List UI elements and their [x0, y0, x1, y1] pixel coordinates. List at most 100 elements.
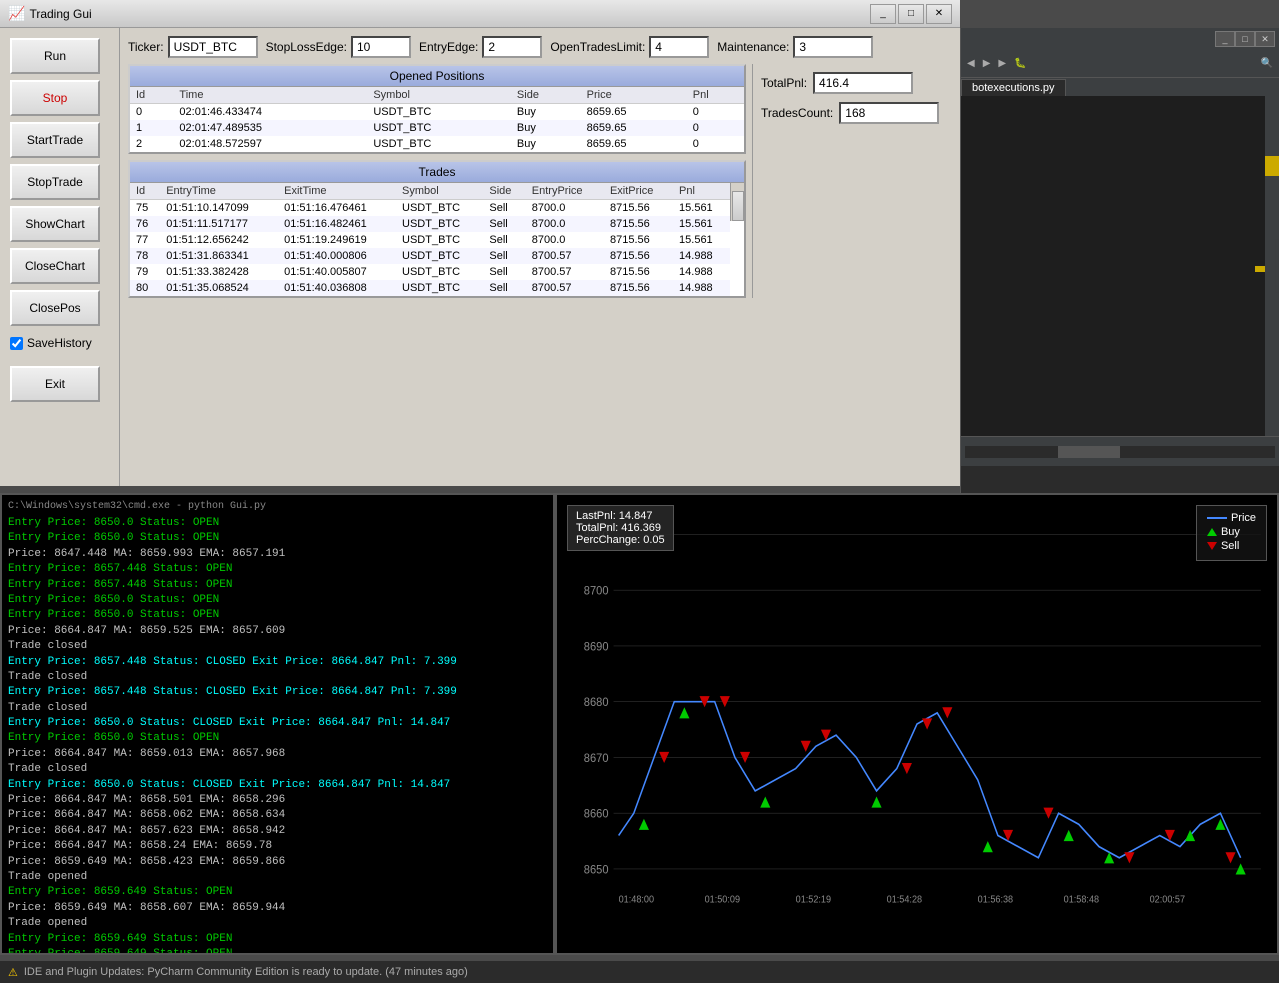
cell-price: 8659.65 [581, 120, 687, 136]
maintenance-label: Maintenance: [717, 40, 789, 54]
console-line: Trade closed [8, 670, 547, 685]
stats-panel: TotalPnl: TradesCount: [752, 64, 952, 298]
opened-positions-table: Id Time Symbol Side Price Pnl [130, 87, 744, 152]
total-pnl-label: TotalPnl: [761, 76, 807, 90]
trades-col-side: Side [483, 183, 525, 200]
pycharm-run[interactable]: ▶ [998, 58, 1006, 69]
trades-count-input[interactable] [839, 102, 939, 124]
show-chart-button[interactable]: ShowChart [10, 206, 100, 242]
form-row: Ticker: StopLossEdge: EntryEdge: OpenTra… [128, 36, 952, 58]
pycharm-debug[interactable]: 🐛 [1014, 58, 1026, 69]
cell-entry-price: 8700.0 [526, 232, 604, 248]
cell-entry-price: 8700.0 [526, 216, 604, 232]
console-line: Entry Price: 8659.649 Status: OPEN [8, 932, 547, 947]
cell-time: 02:01:46.433474 [173, 104, 367, 121]
cell-entry-price: 8700.57 [526, 248, 604, 264]
trades-count-label: TradesCount: [761, 106, 833, 120]
close-chart-button[interactable]: CloseChart [10, 248, 100, 284]
cell-exit-time: 01:51:16.482461 [278, 216, 396, 232]
console-line: Entry Price: 8657.448 Status: OPEN [8, 578, 547, 593]
console-line: Price: 8664.847 MA: 8658.501 EMA: 8658.2… [8, 793, 547, 808]
ticker-input[interactable] [168, 36, 258, 58]
ide-status-text: IDE and Plugin Updates: PyCharm Communit… [24, 966, 468, 978]
legend-price: Price [1207, 512, 1256, 524]
cell-side: Buy [511, 136, 581, 152]
cell-exit-time: 01:51:19.249619 [278, 232, 396, 248]
maximize-button[interactable]: □ [898, 4, 924, 24]
tables-area: Opened Positions Id Time Symbol [128, 64, 746, 298]
pycharm-close[interactable]: ✕ [1255, 31, 1275, 47]
legend-sell-label: Sell [1221, 540, 1239, 552]
cell-entry-time: 01:51:33.382428 [160, 264, 278, 280]
cell-symbol: USDT_BTC [396, 264, 483, 280]
pycharm-bottom-bar [961, 436, 1279, 466]
console-line: Entry Price: 8659.649 Status: OPEN [8, 947, 547, 955]
cell-time: 02:01:47.489535 [173, 120, 367, 136]
cell-entry-time: 01:51:12.656242 [160, 232, 278, 248]
table-row: 2 02:01:48.572597 USDT_BTC Buy 8659.65 0 [130, 136, 744, 152]
start-trade-button[interactable]: StartTrade [10, 122, 100, 158]
legend-price-line [1207, 517, 1227, 519]
console-line: Price: 8664.847 MA: 8657.623 EMA: 8658.9… [8, 824, 547, 839]
console-line: Entry Price: 8659.649 Status: OPEN [8, 885, 547, 900]
close-pos-button[interactable]: ClosePos [10, 290, 100, 326]
entry-input[interactable] [482, 36, 542, 58]
update-icon: ⚠ [8, 966, 18, 979]
trades-scrollbar[interactable] [730, 183, 744, 221]
console-line: Price: 8659.649 MA: 8658.423 EMA: 8659.8… [8, 855, 547, 870]
chart-stats: LastPnl: 14.847 TotalPnl: 416.369 PercCh… [567, 505, 674, 551]
console-line: Entry Price: 8650.0 Status: CLOSED Exit … [8, 716, 547, 731]
maintenance-input[interactable] [793, 36, 873, 58]
trades-col-symbol: Symbol [396, 183, 483, 200]
close-button[interactable]: ✕ [926, 4, 952, 24]
trades-table-scroll: Id EntryTime ExitTime Symbol Side EntryP… [130, 183, 730, 296]
pycharm-active-tab[interactable]: botexecutions.py [961, 79, 1066, 97]
minimize-button[interactable]: _ [870, 4, 896, 24]
cell-pnl: 15.561 [673, 200, 730, 217]
exit-button[interactable]: Exit [10, 366, 100, 402]
save-history-checkbox[interactable] [10, 337, 23, 350]
stoploss-label: StopLossEdge: [266, 40, 347, 54]
pycharm-minimize[interactable]: _ [1215, 31, 1235, 47]
pycharm-hscroll-thumb[interactable] [1058, 446, 1120, 458]
cell-id: 2 [130, 136, 173, 152]
cell-exit-price: 8715.56 [604, 264, 673, 280]
console-line: Price: 8664.847 MA: 8658.24 EMA: 8659.78 [8, 839, 547, 854]
scroll-thumb[interactable] [732, 191, 744, 221]
run-button[interactable]: Run [10, 38, 100, 74]
svg-text:8670: 8670 [584, 751, 609, 765]
pycharm-forward[interactable]: ▶ [983, 58, 991, 69]
stoploss-input[interactable] [351, 36, 411, 58]
stop-trade-button[interactable]: StopTrade [10, 164, 100, 200]
console-line: Trade opened [8, 870, 547, 885]
cell-entry-price: 8700.57 [526, 280, 604, 296]
pycharm-hscroll[interactable] [965, 446, 1275, 458]
console-line: Entry Price: 8650.0 Status: OPEN [8, 731, 547, 746]
pycharm-maximize[interactable]: □ [1235, 31, 1255, 47]
cell-symbol: USDT_BTC [396, 216, 483, 232]
stop-button[interactable]: Stop [10, 80, 100, 116]
entry-label: EntryEdge: [419, 40, 478, 54]
main-wrapper: 📈 Trading Gui _ □ ✕ Run Stop StartTrade … [0, 0, 1279, 983]
cell-side: Buy [511, 120, 581, 136]
right-panel: Ticker: StopLossEdge: EntryEdge: OpenTra… [120, 28, 960, 486]
opentrades-input[interactable] [649, 36, 709, 58]
trades-count-row: TradesCount: [761, 102, 944, 124]
svg-text:01:48:00: 01:48:00 [619, 894, 654, 906]
trades-col-exit-price: ExitPrice [604, 183, 673, 200]
cell-symbol: USDT_BTC [396, 200, 483, 217]
cell-exit-time: 01:51:40.005807 [278, 264, 396, 280]
svg-text:8690: 8690 [584, 640, 609, 654]
cell-exit-price: 8715.56 [604, 280, 673, 296]
svg-text:8650: 8650 [584, 863, 609, 877]
opened-positions-section: Opened Positions Id Time Symbol [128, 64, 746, 154]
console-line: Entry Price: 8650.0 Status: OPEN [8, 593, 547, 608]
table-row: 75 01:51:10.147099 01:51:16.476461 USDT_… [130, 200, 730, 217]
console-line: Trade closed [8, 639, 547, 654]
cell-side: Sell [483, 280, 525, 296]
legend-sell-icon [1207, 542, 1217, 550]
pycharm-back[interactable]: ◀ [967, 58, 975, 69]
cell-symbol: USDT_BTC [396, 248, 483, 264]
total-pnl-input[interactable] [813, 72, 913, 94]
pycharm-search[interactable]: 🔍 [1261, 58, 1273, 69]
